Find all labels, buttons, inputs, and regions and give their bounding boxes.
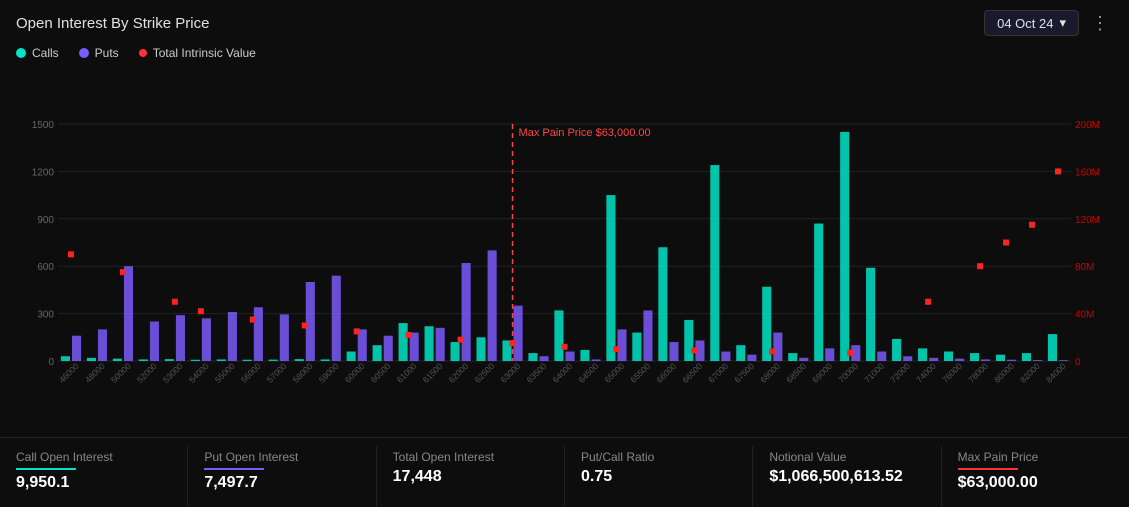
purple-underline: [204, 468, 264, 470]
svg-text:64000: 64000: [550, 361, 574, 385]
svg-text:72000: 72000: [888, 361, 912, 385]
chart-legend: Calls Puts Total Intrinsic Value: [0, 42, 1129, 66]
svg-text:67000: 67000: [706, 361, 730, 385]
footer-stat-put/call-ratio: Put/Call Ratio 0.75: [565, 446, 753, 507]
footer-stat-total-open-interest: Total Open Interest 17,448: [377, 446, 565, 507]
svg-text:300: 300: [37, 310, 54, 321]
svg-text:1500: 1500: [32, 120, 55, 131]
svg-text:74000: 74000: [914, 361, 938, 385]
svg-text:120M: 120M: [1075, 215, 1100, 226]
svg-text:82000: 82000: [1018, 361, 1042, 385]
legend-calls: Calls: [16, 46, 59, 60]
stat-value: $63,000.00: [958, 474, 1113, 492]
svg-text:61000: 61000: [395, 361, 419, 385]
stat-value: 0.75: [581, 468, 736, 486]
svg-text:63500: 63500: [525, 361, 549, 385]
svg-text:64500: 64500: [576, 361, 600, 385]
intrinsic-label: Total Intrinsic Value: [153, 46, 256, 60]
svg-text:70000: 70000: [836, 361, 860, 385]
svg-text:84000: 84000: [1044, 361, 1068, 385]
stat-label: Max Pain Price: [958, 450, 1113, 464]
puts-dot-icon: [79, 48, 89, 58]
teal-underline: [16, 468, 76, 470]
calls-dot-icon: [16, 48, 26, 58]
svg-text:200M: 200M: [1075, 120, 1100, 131]
stat-label: Call Open Interest: [16, 450, 171, 464]
svg-text:48000: 48000: [83, 361, 107, 385]
svg-text:62500: 62500: [473, 361, 497, 385]
svg-text:61500: 61500: [421, 361, 445, 385]
svg-text:0: 0: [48, 357, 54, 368]
footer-stat-notional-value: Notional Value $1,066,500,613.52: [753, 446, 941, 507]
chevron-down-icon: ▾: [1059, 15, 1066, 31]
intrinsic-dot-icon: [139, 49, 147, 57]
bar-chart-svg: 0 0 300 40M 600 80M 900 120M 1200 160M 1500 200M 460…: [16, 66, 1113, 437]
footer-stat-max-pain-price: Max Pain Price $63,000.00: [942, 446, 1129, 507]
svg-text:62000: 62000: [447, 361, 471, 385]
svg-text:76000: 76000: [940, 361, 964, 385]
svg-text:160M: 160M: [1075, 167, 1100, 178]
svg-text:80M: 80M: [1075, 262, 1094, 273]
stat-value: $1,066,500,613.52: [769, 468, 924, 486]
svg-text:Max Pain Price $63,000.00: Max Pain Price $63,000.00: [519, 127, 651, 139]
svg-text:54000: 54000: [187, 361, 211, 385]
red-underline: [958, 468, 1018, 470]
footer-stat-put-open-interest: Put Open Interest 7,497.7: [188, 446, 376, 507]
stat-value: 17,448: [393, 468, 548, 486]
stat-value: 7,497.7: [204, 474, 359, 492]
svg-text:600: 600: [37, 262, 54, 273]
chart-title: Open Interest By Strike Price: [16, 15, 209, 32]
footer-stat-call-open-interest: Call Open Interest 9,950.1: [0, 446, 188, 507]
svg-text:52000: 52000: [135, 361, 159, 385]
svg-text:40M: 40M: [1075, 310, 1094, 321]
svg-text:65500: 65500: [628, 361, 652, 385]
svg-text:60500: 60500: [369, 361, 393, 385]
svg-text:66500: 66500: [680, 361, 704, 385]
svg-text:56000: 56000: [239, 361, 263, 385]
svg-text:60000: 60000: [343, 361, 367, 385]
legend-intrinsic: Total Intrinsic Value: [139, 46, 256, 60]
stat-label: Notional Value: [769, 450, 924, 464]
svg-text:1200: 1200: [32, 167, 55, 178]
svg-text:69000: 69000: [810, 361, 834, 385]
stat-label: Put/Call Ratio: [581, 450, 736, 464]
header-controls: 04 Oct 24 ▾ ⋮: [984, 10, 1113, 36]
svg-text:46000: 46000: [57, 361, 81, 385]
svg-text:80000: 80000: [992, 361, 1016, 385]
puts-label: Puts: [95, 46, 119, 60]
calls-label: Calls: [32, 46, 59, 60]
svg-text:59000: 59000: [317, 361, 341, 385]
date-label: 04 Oct 24: [997, 16, 1053, 31]
svg-text:58000: 58000: [291, 361, 315, 385]
legend-puts: Puts: [79, 46, 119, 60]
stats-footer: Call Open Interest 9,950.1 Put Open Inte…: [0, 437, 1129, 507]
svg-text:68000: 68000: [758, 361, 782, 385]
stat-label: Total Open Interest: [393, 450, 548, 464]
chart-header: Open Interest By Strike Price 04 Oct 24 …: [0, 0, 1129, 42]
stat-label: Put Open Interest: [204, 450, 359, 464]
svg-text:900: 900: [37, 215, 54, 226]
stat-value: 9,950.1: [16, 474, 171, 492]
svg-text:50000: 50000: [109, 361, 133, 385]
svg-text:65000: 65000: [602, 361, 626, 385]
svg-text:66000: 66000: [654, 361, 678, 385]
svg-text:57000: 57000: [265, 361, 289, 385]
svg-text:78000: 78000: [966, 361, 990, 385]
svg-text:55000: 55000: [213, 361, 237, 385]
svg-text:63000: 63000: [499, 361, 523, 385]
svg-text:0: 0: [1075, 357, 1081, 368]
date-selector[interactable]: 04 Oct 24 ▾: [984, 10, 1079, 36]
svg-text:68500: 68500: [784, 361, 808, 385]
chart-canvas: 0 0 300 40M 600 80M 900 120M 1200 160M 1500 200M 460…: [0, 66, 1129, 437]
more-options-icon[interactable]: ⋮: [1087, 13, 1113, 34]
svg-text:71000: 71000: [862, 361, 886, 385]
svg-text:53000: 53000: [161, 361, 185, 385]
svg-text:67500: 67500: [732, 361, 756, 385]
